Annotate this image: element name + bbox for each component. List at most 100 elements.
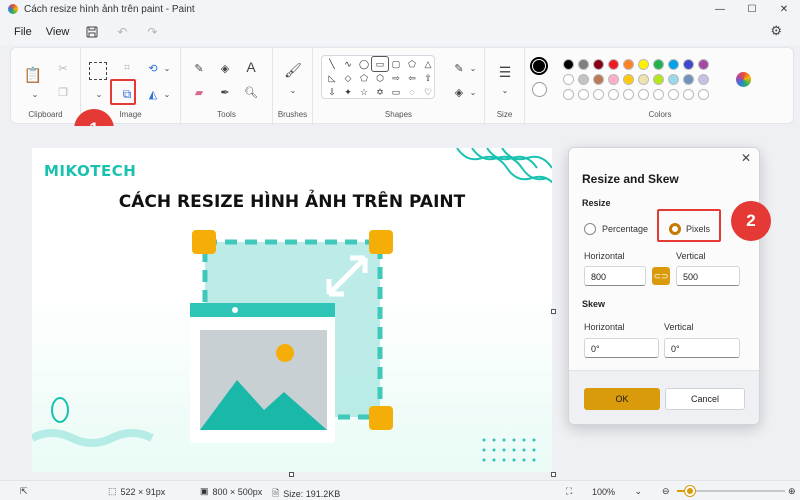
heart-shape-icon[interactable]: ♡ xyxy=(420,85,436,99)
custom-color-slot[interactable] xyxy=(623,89,634,100)
palette-swatch[interactable] xyxy=(638,59,649,70)
select-icon[interactable] xyxy=(89,62,107,80)
arrow-right-shape-icon[interactable]: ⇨ xyxy=(388,71,404,85)
maximize-button[interactable]: ☐ xyxy=(736,0,768,18)
curve-shape-icon[interactable]: ∿ xyxy=(340,57,356,71)
hexagon-shape-icon[interactable]: ⬡ xyxy=(372,71,388,85)
palette-swatch[interactable] xyxy=(698,74,709,85)
eraser-icon[interactable]: ▰ xyxy=(191,84,207,100)
skew-vertical-input[interactable]: 0° xyxy=(664,338,740,358)
zoom-dropdown[interactable]: 100% ⌄ xyxy=(592,486,642,497)
custom-color-slot[interactable] xyxy=(653,89,664,100)
magnifier-icon[interactable]: 🔍︎ xyxy=(243,84,259,100)
polygon-shape-icon[interactable]: ⬠ xyxy=(404,57,420,71)
fill-bucket-icon[interactable]: ◈ xyxy=(217,60,233,76)
dialog-close-icon[interactable]: ✕ xyxy=(741,151,751,165)
palette-swatch[interactable] xyxy=(683,74,694,85)
zoom-slider[interactable] xyxy=(677,486,785,496)
outline-dropdown-chevron-icon[interactable]: ⌄ xyxy=(465,60,481,76)
menu-view[interactable]: View xyxy=(46,26,70,38)
diamond-shape-icon[interactable]: ◇ xyxy=(340,71,356,85)
star5-shape-icon[interactable]: ☆ xyxy=(356,85,372,99)
brush-dropdown-chevron-icon[interactable]: ⌄ xyxy=(285,82,301,98)
right-triangle-shape-icon[interactable]: ◺ xyxy=(324,71,340,85)
maintain-aspect-ratio-link-icon[interactable]: ⊂⊃ xyxy=(652,267,670,285)
palette-swatch[interactable] xyxy=(698,59,709,70)
palette-swatch[interactable] xyxy=(638,74,649,85)
cut-icon[interactable]: ✂ xyxy=(55,60,71,76)
pentagon-shape-icon[interactable]: ⬠ xyxy=(356,71,372,85)
custom-color-slot[interactable] xyxy=(698,89,709,100)
percentage-radio[interactable] xyxy=(584,223,596,235)
custom-color-slot[interactable] xyxy=(563,89,574,100)
palette-swatch[interactable] xyxy=(593,74,604,85)
palette-swatch[interactable] xyxy=(668,74,679,85)
custom-color-slot[interactable] xyxy=(638,89,649,100)
palette-swatch[interactable] xyxy=(578,74,589,85)
star4-shape-icon[interactable]: ✦ xyxy=(340,85,356,99)
zoom-out-icon[interactable]: ⊖ xyxy=(662,486,670,497)
palette-swatch[interactable] xyxy=(608,59,619,70)
paste-icon[interactable]: 📋 xyxy=(23,64,43,86)
canvas-resize-handle-corner[interactable] xyxy=(551,472,556,477)
copy-icon[interactable]: ❐ xyxy=(55,84,71,100)
rotate-dropdown-chevron-icon[interactable]: ⌄ xyxy=(159,60,175,76)
fill-dropdown-chevron-icon[interactable]: ⌄ xyxy=(465,84,481,100)
palette-swatch[interactable] xyxy=(578,59,589,70)
resize-vertical-input[interactable]: 500 xyxy=(676,266,740,286)
settings-gear-icon[interactable]: ⚙ xyxy=(770,23,782,39)
custom-color-slot[interactable] xyxy=(578,89,589,100)
zoom-in-icon[interactable]: ⊕ xyxy=(788,486,796,497)
canvas-image[interactable]: MIKOTECH CÁCH RESIZE HÌNH ẢNH TRÊN PAINT xyxy=(32,148,552,472)
fit-to-window-icon[interactable]: ⛶ xyxy=(566,486,572,497)
triangle-shape-icon[interactable]: △ xyxy=(420,57,436,71)
oval-shape-icon[interactable]: ◯ xyxy=(356,57,372,71)
edit-colors-icon[interactable] xyxy=(736,72,751,87)
palette-swatch[interactable] xyxy=(623,59,634,70)
ok-button[interactable]: OK xyxy=(584,388,660,410)
zoom-slider-knob[interactable] xyxy=(684,486,695,496)
color-picker-icon[interactable]: ✒ xyxy=(217,84,233,100)
palette-swatch[interactable] xyxy=(563,59,574,70)
paste-dropdown-chevron-icon[interactable]: ⌄ xyxy=(27,86,43,102)
select-dropdown-chevron-icon[interactable]: ⌄ xyxy=(91,86,107,102)
stroke-size-icon[interactable]: ☰ xyxy=(497,64,513,80)
custom-color-slot[interactable] xyxy=(608,89,619,100)
palette-swatch[interactable] xyxy=(683,59,694,70)
custom-color-slot[interactable] xyxy=(683,89,694,100)
arrow-down-shape-icon[interactable]: ⇩ xyxy=(324,85,340,99)
close-window-button[interactable]: ✕ xyxy=(768,0,800,18)
callout-rect-shape-icon[interactable]: ▭ xyxy=(388,85,404,99)
cancel-button[interactable]: Cancel xyxy=(665,388,745,410)
undo-icon[interactable]: ↶ xyxy=(115,25,129,39)
arrow-left-shape-icon[interactable]: ⇦ xyxy=(404,71,420,85)
pencil-icon[interactable]: ✎ xyxy=(191,60,207,76)
brush-icon[interactable]: 🖌︎ xyxy=(284,62,302,78)
primary-color-well[interactable] xyxy=(530,57,548,75)
redo-icon[interactable]: ↷ xyxy=(145,25,159,39)
palette-swatch[interactable] xyxy=(653,74,664,85)
custom-color-slot[interactable] xyxy=(668,89,679,100)
line-shape-icon[interactable]: ╲ xyxy=(324,57,340,71)
minimize-button[interactable]: — xyxy=(704,0,736,18)
star6-shape-icon[interactable]: ✡ xyxy=(372,85,388,99)
rectangle-shape-icon[interactable]: ▭ xyxy=(371,56,389,72)
save-icon[interactable] xyxy=(85,25,99,39)
crop-icon[interactable]: ⌗ xyxy=(119,60,135,76)
palette-swatch[interactable] xyxy=(563,74,574,85)
callout-oval-shape-icon[interactable]: ◌ xyxy=(404,85,420,99)
secondary-color-well[interactable] xyxy=(532,82,547,97)
arrow-up-shape-icon[interactable]: ⇧ xyxy=(420,71,436,85)
resize-horizontal-input[interactable]: 800 xyxy=(584,266,646,286)
palette-swatch[interactable] xyxy=(608,74,619,85)
canvas-resize-handle-right[interactable] xyxy=(551,309,556,314)
rounded-rect-shape-icon[interactable]: ▢ xyxy=(388,57,404,71)
palette-swatch[interactable] xyxy=(623,74,634,85)
skew-horizontal-input[interactable]: 0° xyxy=(584,338,659,358)
flip-dropdown-chevron-icon[interactable]: ⌄ xyxy=(159,86,175,102)
canvas-resize-handle-bottom[interactable] xyxy=(289,472,294,477)
palette-swatch[interactable] xyxy=(653,59,664,70)
size-dropdown-chevron-icon[interactable]: ⌄ xyxy=(497,82,513,98)
custom-color-slot[interactable] xyxy=(593,89,604,100)
palette-swatch[interactable] xyxy=(668,59,679,70)
